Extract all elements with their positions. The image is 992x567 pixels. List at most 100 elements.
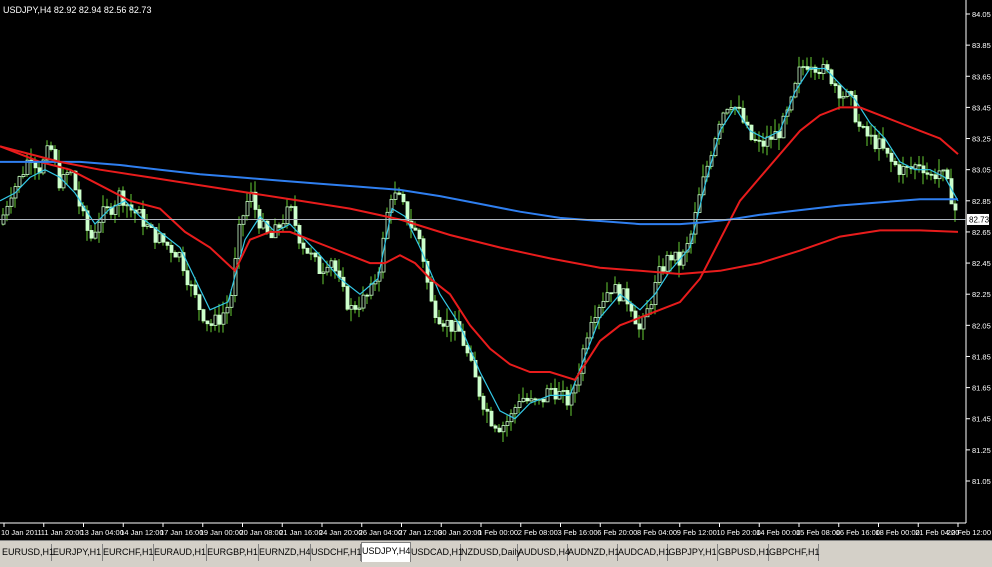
candle-body [873, 134, 878, 150]
candle-body [893, 161, 898, 166]
tab-eurgbp-h1[interactable]: EURGBP,H1 [207, 544, 259, 561]
candle-body [401, 193, 406, 203]
candle-body [333, 260, 338, 272]
candle-body [725, 108, 730, 114]
time-tick-label: 10 Jan 2011 [1, 528, 42, 537]
candle-body [841, 96, 846, 99]
price-tick-label: 81.45 [972, 415, 991, 424]
tab-gbpjpy-h1[interactable]: GBPJPY,H1 [668, 544, 718, 561]
candle-body [525, 397, 530, 402]
price-tick-label: 83.65 [972, 72, 991, 81]
candle-body [933, 174, 938, 180]
candle-body [649, 304, 654, 310]
candle-body [49, 145, 54, 150]
tab-gbpchf-h1[interactable]: GBPCHF,H1 [769, 544, 820, 561]
candle-body [353, 305, 358, 310]
candle-body [453, 321, 458, 332]
tab-audnzd-h1[interactable]: AUDNZD,H1 [568, 544, 620, 561]
candle-body [345, 286, 350, 310]
price-tick-label: 83.25 [972, 135, 991, 144]
candle-body [877, 138, 882, 150]
time-tick-label: 2 Feb 08:00 [518, 528, 558, 537]
time-tick-label: 24 Jan 20:00 [319, 528, 362, 537]
time-tick-label: 13 Jan 04:00 [81, 528, 124, 537]
tab-usdchf-h1[interactable]: USDCHF,H1 [311, 544, 362, 561]
candle-body [189, 284, 194, 287]
candle-body [393, 192, 398, 200]
candle-body [761, 140, 766, 147]
candle-body [433, 300, 438, 318]
price-tick-label: 81.25 [972, 446, 991, 455]
candle-body [245, 201, 250, 217]
candle-body [529, 398, 534, 402]
candle-body [209, 323, 214, 326]
candle-body [97, 221, 102, 233]
tab-eurusd-h1[interactable]: EURUSD,H1 [2, 544, 54, 561]
candle-body [485, 408, 490, 412]
time-tick-label: 30 Jan 20:00 [438, 528, 481, 537]
tab-eurchf-h1[interactable]: EURCHF,H1 [103, 544, 154, 561]
candle-body [621, 288, 626, 302]
candle-body [945, 169, 950, 180]
time-tick-label: 10 Feb 20:00 [717, 528, 761, 537]
candles-layer [1, 56, 958, 442]
time-tick-label: 18 Feb 00:00 [876, 528, 920, 537]
candle-body [833, 83, 838, 87]
candle-body [269, 231, 274, 239]
candle-body [57, 161, 62, 189]
time-tick-label: 8 Feb 04:00 [637, 528, 677, 537]
candle-body [545, 388, 550, 403]
candle-body [857, 121, 862, 127]
candle-body [217, 314, 222, 325]
tab-nzdusd-daily[interactable]: NZDUSD,Daily [461, 544, 521, 561]
candle-body [93, 231, 98, 239]
candle-body [137, 209, 142, 214]
time-tick-label: 1 Feb 00:00 [478, 528, 518, 537]
candle-body [305, 247, 310, 254]
candle-body [721, 112, 726, 125]
tab-usdjpy-h4[interactable]: USDJPY,H4 [361, 542, 411, 562]
time-tick-label: 6 Feb 20:00 [597, 528, 637, 537]
tab-usdcad-h1[interactable]: USDCAD,H1 [411, 544, 463, 561]
price-tick-label: 83.45 [972, 103, 991, 112]
tab-euraud-h1[interactable]: EURAUD,H1 [154, 544, 207, 561]
candle-body [941, 169, 946, 172]
candle-body [361, 294, 366, 309]
tab-gbpusd-h1[interactable]: GBPUSD,H1 [718, 544, 770, 561]
price-tick-label: 82.85 [972, 197, 991, 206]
candle-body [605, 292, 610, 302]
tab-audcad-h1[interactable]: AUDCAD,H1 [618, 544, 670, 561]
candle-body [165, 241, 170, 246]
candle-body [289, 206, 294, 208]
tab-audusd-h4[interactable]: AUDUSD,H4 [518, 544, 570, 561]
tab-eurjpy-h1[interactable]: EURJPY,H1 [52, 544, 103, 561]
time-tick-label: 22 Feb 12:00 [947, 528, 991, 537]
candle-body [225, 306, 230, 314]
time-tick-label: 14 Jan 12:00 [120, 528, 163, 537]
candle-body [953, 203, 958, 211]
candle-body [237, 223, 242, 259]
candle-body [221, 312, 226, 325]
candle-body [301, 242, 306, 249]
candle-body [817, 71, 822, 75]
candle-body [633, 310, 638, 325]
candle-body [193, 284, 198, 296]
candle-body [869, 134, 874, 137]
candle-body [629, 303, 634, 312]
candle-body [213, 314, 218, 326]
candle-body [901, 166, 906, 175]
price-chart[interactable]: USDJPY,H4 82.92 82.94 82.56 82.73 84.058… [0, 0, 992, 540]
candle-body [477, 376, 482, 397]
moving-averages-layer [0, 67, 959, 420]
chart-header: USDJPY,H4 82.92 82.94 82.56 82.73 [3, 5, 151, 15]
candle-body [313, 252, 318, 258]
candle-body [613, 284, 618, 294]
tab-eurnzd-h4[interactable]: EURNZD,H4 [259, 544, 311, 561]
candle-body [737, 106, 742, 109]
time-tick-label: 19 Jan 00:00 [200, 528, 243, 537]
candle-body [513, 407, 518, 415]
candle-body [541, 398, 546, 403]
candle-body [673, 251, 678, 261]
candle-body [637, 323, 642, 330]
candle-body [325, 266, 330, 273]
